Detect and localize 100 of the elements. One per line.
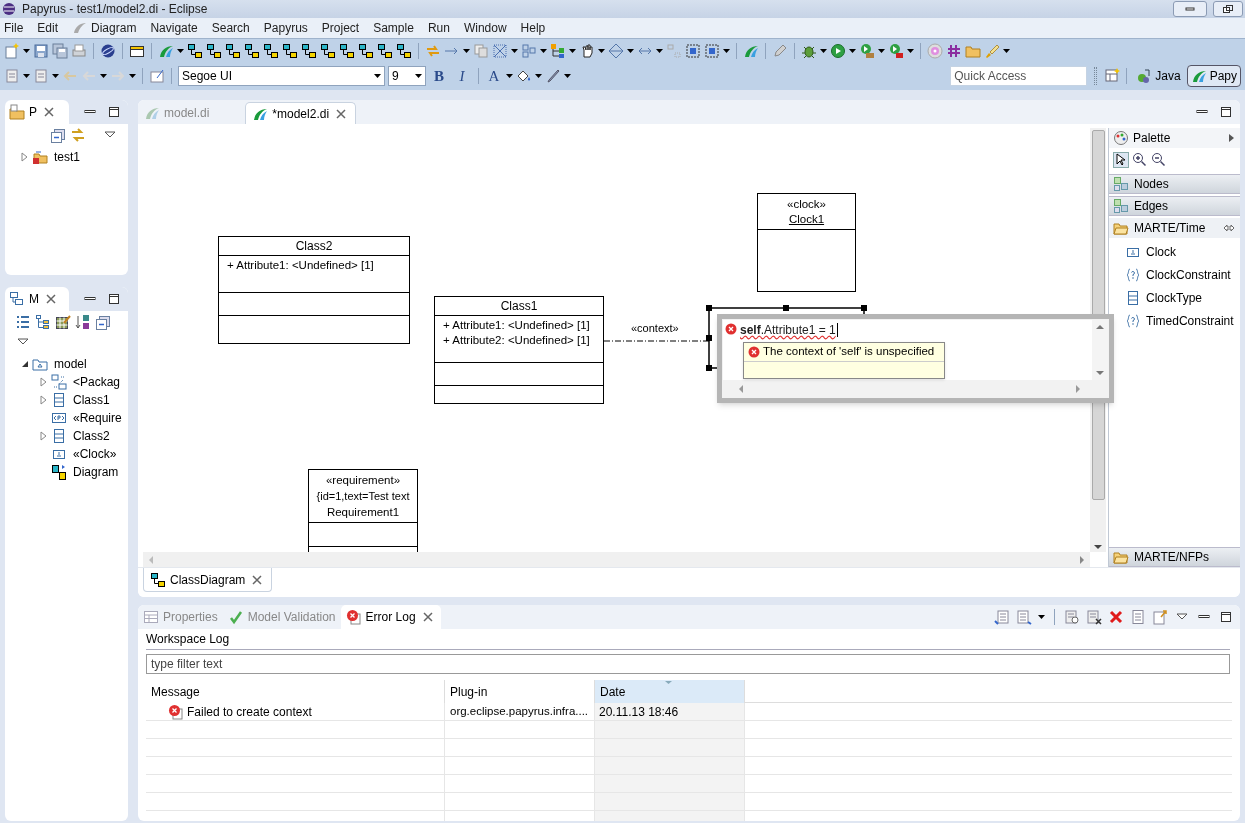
sort-icon[interactable] (75, 314, 91, 330)
font-select[interactable]: Segoe UI (178, 66, 385, 86)
column-header[interactable]: Plug-in (445, 680, 595, 703)
diagram-icon[interactable] (396, 42, 412, 59)
menu-item[interactable]: Run (427, 19, 450, 37)
open-log-icon[interactable] (1064, 609, 1080, 625)
diagram-tab[interactable]: ClassDiagram (143, 568, 273, 592)
tree-item[interactable]: Diagram (73, 463, 119, 481)
import-log-icon[interactable] (1016, 609, 1032, 625)
vertical-scrollbar[interactable] (1092, 320, 1108, 380)
tree-icon[interactable] (550, 42, 566, 59)
run-icon[interactable] (830, 42, 846, 59)
delete-log-icon[interactable] (1108, 609, 1124, 625)
globe-icon[interactable] (100, 42, 116, 59)
tree-item[interactable]: Class2 (73, 427, 110, 445)
menu-item[interactable]: Project (321, 19, 360, 37)
diagram-icon[interactable] (301, 42, 317, 59)
hierarchy-icon[interactable] (35, 314, 51, 330)
diagram-icon[interactable] (320, 42, 336, 59)
menu-item[interactable]: Diagram (72, 19, 137, 37)
pen-icon[interactable] (545, 68, 561, 84)
maximize-icon[interactable] (1218, 609, 1234, 625)
menu-item[interactable]: Papyrus (263, 19, 308, 37)
maximize-icon[interactable] (106, 104, 122, 120)
column-header[interactable]: Message (146, 680, 445, 703)
size-select[interactable]: 9 (388, 66, 426, 86)
scroll-down-icon[interactable] (1092, 542, 1104, 552)
bold-button[interactable]: B (429, 64, 449, 88)
collapsed-arrow-icon[interactable] (38, 430, 48, 442)
hash-icon[interactable] (946, 42, 962, 59)
quick-access-field[interactable]: Quick Access (950, 66, 1088, 86)
tree-item[interactable]: «Clock» (73, 445, 117, 463)
scroll-down-icon[interactable] (1094, 368, 1106, 378)
diagram-icon[interactable] (206, 42, 222, 59)
diagram-icon[interactable] (377, 42, 393, 59)
menu-item[interactable]: Help (520, 19, 546, 37)
save-icon[interactable] (33, 42, 49, 59)
palette-drawer[interactable]: Edges (1109, 196, 1240, 216)
hand-icon[interactable] (579, 42, 595, 59)
diagram-icon[interactable] (244, 42, 260, 59)
tree-item[interactable]: «Require (73, 409, 122, 427)
collapsed-arrow-icon[interactable] (38, 394, 48, 406)
horizontal-scrollbar[interactable] (143, 552, 1090, 567)
image-icon[interactable] (149, 68, 165, 84)
palette-tool[interactable]: Clock (1125, 243, 1240, 261)
save-all-icon[interactable] (52, 42, 68, 59)
clear-log-icon[interactable] (1086, 609, 1102, 625)
collapse-all-icon[interactable] (50, 127, 66, 143)
maximize-icon[interactable] (106, 291, 122, 307)
diagram-icon[interactable] (263, 42, 279, 59)
view-tab[interactable]: M (5, 287, 69, 311)
view-tab[interactable]: Error Log (340, 605, 441, 629)
tree-item[interactable]: test1 (54, 148, 80, 166)
menu-item[interactable]: Search (211, 19, 250, 37)
restore-log-icon[interactable] (1152, 609, 1168, 625)
editor-tab[interactable]: *model2.di (245, 102, 357, 124)
diagram-icon[interactable] (339, 42, 355, 59)
palette-tool[interactable]: ClockConstraint (1125, 266, 1240, 284)
restore-button[interactable] (1213, 1, 1243, 17)
menu-item[interactable]: Sample (373, 19, 414, 37)
frame-icon[interactable] (685, 42, 701, 59)
diagram-icon[interactable] (187, 42, 203, 59)
collapsed-arrow-icon[interactable] (38, 376, 48, 388)
paint-bucket-icon[interactable] (516, 68, 532, 84)
export-log-icon[interactable] (994, 609, 1010, 625)
diagram-icon[interactable] (358, 42, 374, 59)
zoom-out-icon[interactable] (1151, 152, 1167, 168)
perspective-button[interactable]: Java (1133, 65, 1184, 87)
list-icon[interactable] (15, 314, 31, 330)
nodes-icon[interactable] (521, 42, 537, 59)
collapsed-arrow-icon[interactable] (19, 151, 29, 163)
diagram-icon[interactable] (282, 42, 298, 59)
frame-icon[interactable] (704, 42, 720, 59)
filter-field[interactable]: type filter text (146, 654, 1230, 674)
scroll-up-icon[interactable] (1094, 322, 1106, 332)
run-tool-icon[interactable] (888, 42, 904, 59)
select-cursor-icon[interactable] (1113, 152, 1129, 168)
zoom-in-icon[interactable] (1132, 152, 1148, 168)
open-perspective-icon[interactable] (1104, 68, 1121, 84)
scroll-right-icon[interactable] (1077, 553, 1087, 566)
table-edit-icon[interactable] (55, 314, 71, 330)
column-header[interactable]: Date (595, 680, 745, 703)
palette-tool[interactable]: TimedConstraint (1125, 312, 1240, 330)
log-file-icon[interactable] (1130, 609, 1146, 625)
view-tab[interactable]: P (5, 100, 69, 124)
menu-item[interactable]: File (4, 19, 24, 37)
scroll-right-icon[interactable] (1073, 383, 1083, 395)
perspective-button[interactable]: Papy (1186, 65, 1241, 87)
tree-item[interactable]: model (54, 355, 87, 373)
palette-drawer[interactable]: MARTE/Time (1109, 218, 1240, 238)
tree-item[interactable]: <Packag (73, 373, 121, 391)
menu-item[interactable]: Navigate (150, 19, 198, 37)
tree-item[interactable]: Class1 (73, 391, 110, 409)
palette-drawer[interactable]: Nodes (1109, 174, 1240, 194)
italic-button[interactable]: I (452, 64, 472, 88)
collapse-all-icon[interactable] (95, 314, 111, 330)
minimize-button[interactable] (1173, 1, 1207, 17)
diagram-icon[interactable] (225, 42, 241, 59)
constraint-input[interactable]: self.Attribute1 = 1 (740, 323, 838, 337)
palette-drawer[interactable]: MARTE/NFPs (1109, 547, 1240, 567)
